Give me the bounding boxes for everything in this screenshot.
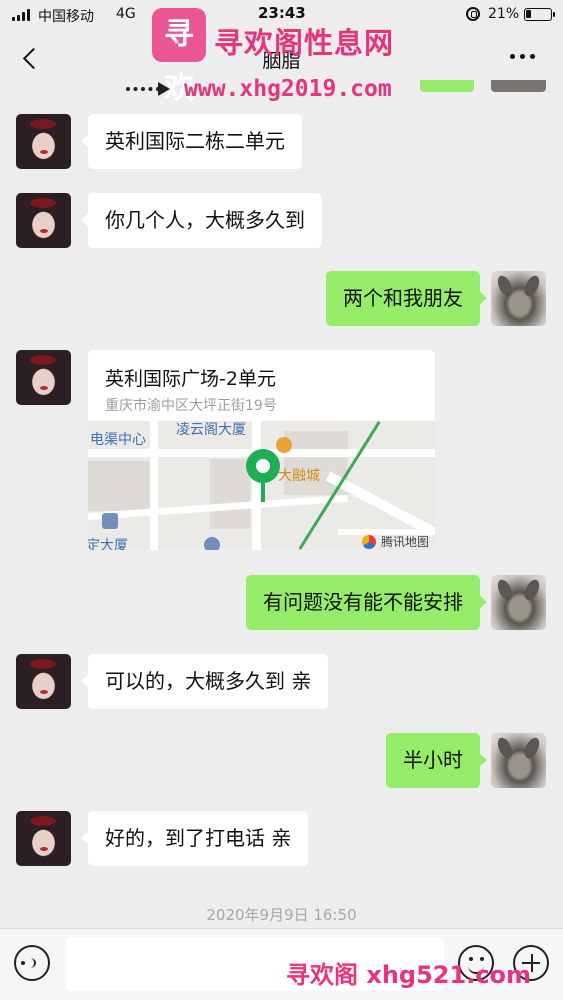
watermark-url: www.xhg2019.com <box>184 76 392 102</box>
carrier-name: 中国移动 <box>38 9 94 25</box>
self-avatar[interactable] <box>491 575 546 630</box>
self-avatar[interactable] <box>491 271 546 326</box>
battery-fill <box>526 10 531 18</box>
location-card[interactable]: 英利国际广场-2单元 重庆市渝中区大坪正街19号 电渠中心 凌云阁大厦 大融城 … <box>88 350 435 550</box>
signal-icon <box>12 9 30 21</box>
location-title: 英利国际广场-2单元 <box>105 368 276 390</box>
previous-avatar-edge <box>491 80 546 92</box>
battery-percent: 21% <box>488 6 520 22</box>
contact-avatar[interactable] <box>16 114 71 169</box>
voice-button[interactable] <box>14 945 50 981</box>
battery-icon <box>524 8 555 21</box>
tencent-maps-icon <box>362 535 376 549</box>
message-timestamp: 2020年9月9日 16:50 <box>206 906 357 924</box>
message-bubble-incoming[interactable]: 可以的，大概多久到 亲 <box>80 654 329 709</box>
home-icon <box>204 537 220 550</box>
message-bubble-outgoing[interactable]: 有问题没有能不能安排 <box>246 575 487 630</box>
poi-icon <box>276 437 292 453</box>
message-bubble-incoming[interactable]: 好的，到了打电话 亲 <box>80 811 309 866</box>
message-bubble-incoming[interactable]: 你几个人，大概多久到 <box>81 193 322 248</box>
watermark-bottom: 寻欢阁 xhg521.com <box>286 961 532 989</box>
message-bubble-outgoing[interactable]: 半小时 <box>386 733 487 788</box>
contact-avatar[interactable] <box>16 350 71 405</box>
contact-avatar[interactable] <box>16 654 71 709</box>
self-avatar[interactable] <box>491 733 546 788</box>
message-bubble-incoming[interactable]: 英利国际二栋二单元 <box>81 114 302 169</box>
building-icon <box>102 513 118 529</box>
more-button[interactable] <box>510 54 538 62</box>
message-bubble-outgoing[interactable]: 两个和我朋友 <box>326 271 487 326</box>
map-label: 凌云阁大厦 <box>176 422 246 438</box>
location-address: 重庆市渝中区大坪正街19号 <box>105 398 277 414</box>
contact-avatar[interactable] <box>16 811 71 866</box>
network-type: 4G <box>116 6 136 22</box>
location-map[interactable]: 电渠中心 凌云阁大厦 大融城 定大厦 腾讯地图 <box>88 421 435 550</box>
previous-message-edge <box>420 80 474 92</box>
location-pin-stem <box>261 479 265 502</box>
map-label: 大融城 <box>278 468 320 484</box>
map-label: 电渠中心 <box>90 432 146 448</box>
map-label: 定大厦 <box>88 538 128 550</box>
map-provider: 腾讯地图 <box>381 535 430 549</box>
watermark-title: 寻欢阁性息网 <box>214 26 395 60</box>
watermark-logo: 寻欢 <box>152 8 206 106</box>
watermark-arrow-icon <box>126 82 170 96</box>
more-icon <box>510 54 515 59</box>
orientation-lock-icon <box>466 7 480 21</box>
location-pin-icon <box>246 449 280 483</box>
contact-avatar[interactable] <box>16 193 71 248</box>
